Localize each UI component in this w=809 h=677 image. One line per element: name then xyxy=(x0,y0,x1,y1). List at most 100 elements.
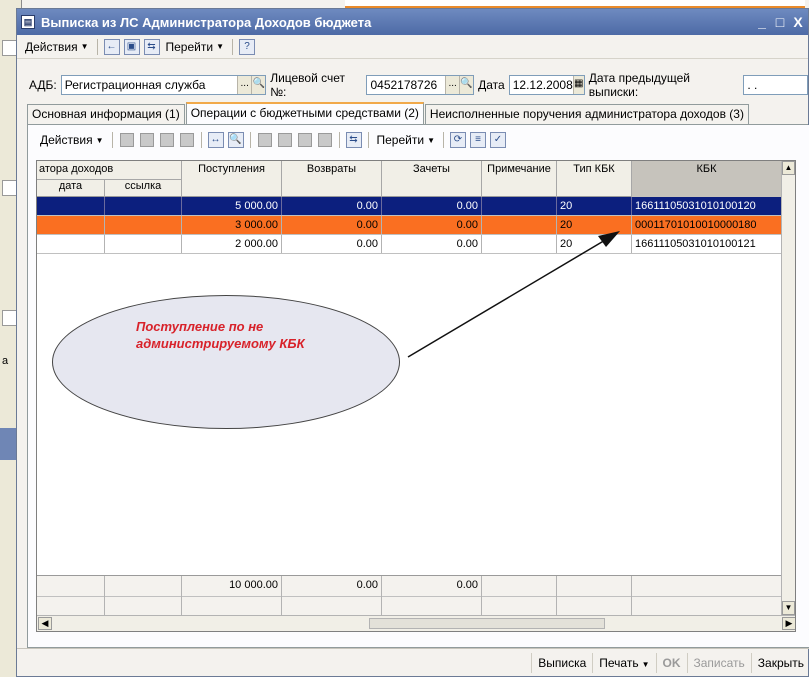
date-field[interactable]: 12.12.2008 ▦ xyxy=(508,75,585,95)
cell-note xyxy=(482,216,557,234)
calendar-icon[interactable]: ▦ xyxy=(572,76,584,94)
list-icon[interactable]: ≡ xyxy=(469,132,486,148)
table-row[interactable]: 2 000.00 0.00 0.00 20 166111050310101001… xyxy=(37,235,782,254)
goto-label: Перейти xyxy=(165,39,214,54)
print-button[interactable]: Печать ▼ xyxy=(592,652,655,673)
chevron-down-icon: ▼ xyxy=(216,42,224,51)
vertical-scrollbar[interactable]: ▲ ▼ xyxy=(781,161,795,615)
document-icon[interactable]: ▣ xyxy=(123,38,140,55)
total-empty xyxy=(37,576,105,616)
search-icon[interactable]: 🔍 xyxy=(459,76,474,94)
goto-menu[interactable]: Перейти ▼ xyxy=(162,37,228,57)
filter-icon[interactable] xyxy=(277,133,292,147)
tab-budget-operations[interactable]: Операции с бюджетными средствами (2) xyxy=(185,102,424,124)
delete-row-icon[interactable] xyxy=(179,133,194,147)
table-row[interactable]: 3 000.00 0.00 0.00 20 000117010100100001… xyxy=(37,216,782,235)
navigate-icon[interactable]: ⇆ xyxy=(345,132,362,148)
total-returns: 0.00 xyxy=(282,576,382,616)
checklist-icon[interactable]: ✓ xyxy=(489,132,506,148)
cell-receipts: 2 000.00 xyxy=(182,235,282,253)
cell-kbk-type: 20 xyxy=(557,235,632,253)
copy-row-icon[interactable] xyxy=(139,133,154,147)
toolbar-separator xyxy=(442,132,444,148)
horizontal-scrollbar[interactable]: ◀ ▶ xyxy=(37,615,795,631)
select-button[interactable]: ... xyxy=(445,76,460,94)
cell-note xyxy=(482,235,557,253)
header-offsets[interactable]: Зачеты xyxy=(382,161,482,197)
prev-date-label: Дата предыдущей выписки: xyxy=(588,71,690,99)
prev-date-field[interactable]: . . xyxy=(743,75,808,95)
account-field[interactable]: 0452178726 ... 🔍 xyxy=(366,75,475,95)
total-empty xyxy=(632,576,782,616)
sort-icon[interactable] xyxy=(257,133,272,147)
grid-actions-menu[interactable]: Действия ▼ xyxy=(36,130,108,150)
cell-date xyxy=(37,197,105,215)
cell-kbk: 16611105031010100120 xyxy=(632,197,782,215)
add-row-icon[interactable] xyxy=(119,133,134,147)
header-receipts[interactable]: Поступления xyxy=(182,161,282,197)
statement-button[interactable]: Выписка xyxy=(531,652,592,673)
account-value: 0452178726 xyxy=(370,78,438,92)
clear-filter-icon[interactable] xyxy=(317,133,332,147)
adb-field[interactable]: Регистрационная служба ... 🔍 xyxy=(60,75,267,95)
scroll-right-icon[interactable]: ▶ xyxy=(782,617,795,630)
cell-returns: 0.00 xyxy=(282,216,382,234)
filter-menu-icon[interactable] xyxy=(297,133,312,147)
actions-menu[interactable]: Действия ▼ xyxy=(21,37,93,57)
total-empty xyxy=(105,576,182,616)
scrollbar-thumb[interactable] xyxy=(369,618,605,629)
print-label: Печать xyxy=(599,655,639,670)
background-window-top xyxy=(345,0,805,8)
cell-returns: 0.00 xyxy=(282,197,382,215)
actions-label: Действия xyxy=(25,39,78,54)
header-kbk[interactable]: КБК xyxy=(632,161,782,197)
background-text: а xyxy=(2,355,9,367)
table-row[interactable]: 5 000.00 0.00 0.00 20 166111050310101001… xyxy=(37,197,782,216)
toolbar-separator xyxy=(200,132,202,148)
chevron-down-icon: ▼ xyxy=(427,135,435,145)
header-returns[interactable]: Возвраты xyxy=(282,161,382,197)
search-icon[interactable]: 🔍 xyxy=(251,76,266,94)
date-value: 12.12.2008 xyxy=(512,78,573,92)
edit-row-icon[interactable] xyxy=(159,133,174,147)
grid-goto-label: Перейти xyxy=(376,133,425,147)
table-header: атора доходов дата ссылка Поступления Во… xyxy=(37,161,782,197)
back-arrow-icon[interactable]: ← xyxy=(103,38,120,55)
grid-toolbar: Действия ▼ ↔ 🔍 ⇆ Перейти ▼ ⟳ ≡ ✓ xyxy=(28,125,809,155)
toolbar-separator xyxy=(249,132,251,148)
adb-value: Регистрационная служба xyxy=(64,78,206,92)
header-note[interactable]: Примечание xyxy=(482,161,557,197)
scroll-down-icon[interactable]: ▼ xyxy=(782,601,795,615)
scroll-up-icon[interactable]: ▲ xyxy=(782,161,795,175)
cell-link xyxy=(105,216,182,234)
header-link[interactable]: ссылка xyxy=(105,179,182,197)
title-bar[interactable]: ▤ Выписка из ЛС Администратора Доходов б… xyxy=(17,9,808,35)
window-title: Выписка из ЛС Администратора Доходов бюд… xyxy=(41,14,372,30)
find-icon[interactable]: 🔍 xyxy=(227,132,244,148)
header-kbk-type[interactable]: Тип КБК xyxy=(557,161,632,197)
ok-button[interactable]: OK xyxy=(655,652,687,673)
header-date[interactable]: дата xyxy=(37,179,105,197)
grid-actions-label: Действия xyxy=(40,133,93,147)
maximize-button[interactable]: □ xyxy=(772,14,788,30)
scroll-left-icon[interactable]: ◀ xyxy=(38,617,52,630)
resize-icon[interactable]: ↔ xyxy=(207,132,224,148)
grid-goto-menu[interactable]: Перейти ▼ xyxy=(373,130,439,150)
date-label: Дата xyxy=(478,78,505,92)
total-offsets: 0.00 xyxy=(382,576,482,616)
save-button[interactable]: Записать xyxy=(686,652,751,673)
tab-unfulfilled-orders[interactable]: Неисполненные поручения администратора д… xyxy=(424,104,749,124)
tab-main-info[interactable]: Основная информация (1) xyxy=(27,104,185,124)
close-window-button[interactable]: Закрыть xyxy=(750,652,809,673)
refresh-icon[interactable]: ⟳ xyxy=(449,132,466,148)
minimize-button[interactable]: _ xyxy=(754,14,770,30)
help-button[interactable]: ? xyxy=(238,38,255,55)
cell-kbk: 16611105031010100121 xyxy=(632,235,782,253)
total-empty xyxy=(482,576,557,616)
navigate-icon[interactable]: ⇆ xyxy=(143,38,160,55)
bottom-button-bar: Выписка Печать ▼ OK Записать Закрыть xyxy=(17,648,809,676)
select-button[interactable]: ... xyxy=(237,76,252,94)
cell-offsets: 0.00 xyxy=(382,216,482,234)
window-menu-icon[interactable]: ▤ xyxy=(21,15,35,29)
close-button[interactable]: X xyxy=(790,14,806,30)
